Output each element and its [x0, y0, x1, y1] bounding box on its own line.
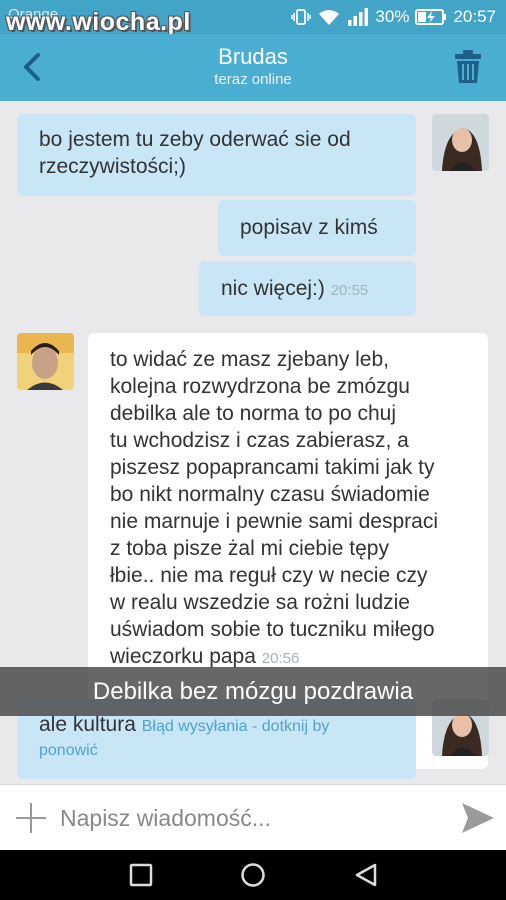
- recent-apps-icon: [129, 863, 153, 887]
- plus-icon: [16, 803, 46, 833]
- message-bubble-outgoing[interactable]: popisav z kimś: [218, 200, 416, 256]
- send-icon: [462, 803, 494, 833]
- message-text-line: kolejna rozwydrzona be zmózgu: [110, 375, 410, 398]
- home-icon: [241, 863, 265, 887]
- recent-apps-button[interactable]: [128, 862, 154, 888]
- message-text-line: to widać ze masz zjebany leb,: [110, 348, 389, 371]
- message-text-line: w realu wszedzie sa rożni ludzie: [110, 591, 410, 614]
- message-text-line: piszesz popaprancami takimi jak ty: [110, 456, 435, 479]
- send-error-retry[interactable]: Błąd wysyłania - dotknij by: [142, 718, 330, 735]
- signal-icon: [347, 8, 369, 26]
- message-time: 20:56: [261, 650, 300, 667]
- message-input[interactable]: [60, 797, 440, 839]
- message-text-line: tu wchodzisz i czas zabierasz, a: [110, 429, 409, 452]
- status-bar: Orange www.wiocha.pl 30% 20:57: [0, 0, 506, 36]
- presence-status: teraz online: [214, 71, 292, 88]
- status-icons: 30% 20:57: [291, 6, 496, 28]
- back-nav-button[interactable]: [353, 862, 379, 888]
- wifi-icon: [317, 7, 341, 27]
- message-text-line: uświadom sobie to tuczniku miłego: [110, 618, 435, 641]
- send-button[interactable]: [460, 801, 496, 835]
- meme-caption: Debilka bez mózgu pozdrawia: [0, 667, 506, 716]
- message-text-line: debilka ale to norma to po chuj: [110, 402, 397, 425]
- message-composer: [0, 784, 506, 850]
- battery-charging-icon: [415, 8, 447, 26]
- home-button[interactable]: [240, 862, 266, 888]
- contact-name[interactable]: Brudas: [0, 44, 506, 70]
- message-bubble-outgoing[interactable]: bo jestem tu zeby oderwać sie od rzeczyw…: [17, 114, 416, 196]
- message-text-line: nie marnuje i pewnie sami despraci: [110, 510, 438, 533]
- watermark: www.wiocha.pl: [6, 8, 191, 36]
- message-text-line: z toba pisze żal mi ciebie tępy: [110, 537, 389, 560]
- delete-button[interactable]: [452, 48, 484, 86]
- contact-avatar[interactable]: [17, 333, 74, 390]
- message-time: 20:55: [330, 282, 369, 299]
- vibrate-icon: [291, 7, 312, 27]
- trash-icon: [455, 50, 481, 83]
- message-text-line: popisav z kimś: [240, 216, 378, 239]
- chat-header: Brudas teraz online: [0, 34, 506, 101]
- system-navigation-bar: [0, 850, 506, 900]
- clock: 20:57: [453, 7, 496, 26]
- back-icon: [355, 863, 377, 887]
- message-bubble-outgoing[interactable]: nic więcej:) 20:55: [199, 261, 416, 316]
- send-error-retry-cont[interactable]: ponowić: [39, 739, 394, 763]
- message-text-line: nic więcej:): [221, 277, 325, 300]
- message-text-line: ale kultura: [39, 713, 136, 736]
- message-text-line: łbie.. nie ma reguł czy w necie czy: [110, 564, 428, 587]
- message-text-line: wieczorku papa: [110, 645, 256, 668]
- message-text-line: rzeczywistości;): [39, 155, 187, 178]
- message-text-line: bo nikt normalny czasu świadomie: [110, 483, 430, 506]
- attach-button[interactable]: [14, 801, 48, 835]
- own-avatar[interactable]: [432, 114, 489, 171]
- message-text-line: bo jestem tu zeby oderwać sie od: [39, 128, 351, 151]
- battery-percent: 30%: [375, 7, 410, 26]
